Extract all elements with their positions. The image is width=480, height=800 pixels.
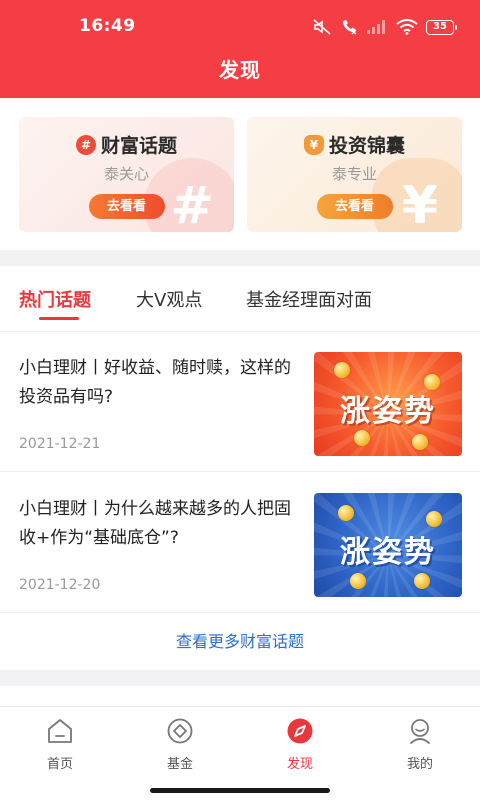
card-title: 投资锦囊 bbox=[328, 135, 405, 157]
go-see-button[interactable]: 去看看 bbox=[88, 194, 165, 219]
bottom-tab-bar: 首页 基金 发现 我的 bbox=[0, 706, 480, 800]
tab-hot-topics[interactable]: 热门话题 bbox=[19, 286, 91, 312]
investment-tips-card[interactable]: ¥ ¥ 投资锦囊 泰专业 去看看 bbox=[247, 117, 462, 232]
tab-fund-manager[interactable]: 基金经理面对面 bbox=[246, 286, 372, 312]
next-section-peek bbox=[0, 686, 480, 706]
money-bag-icon: ¥ bbox=[303, 134, 324, 155]
tabbar-label: 首页 bbox=[46, 757, 73, 772]
article-thumbnail: 涨姿势 bbox=[314, 493, 462, 597]
article-title: 小白理财丨好收益、随时赎，这样的投资品有吗? bbox=[19, 358, 291, 407]
tabbar-item-discover[interactable]: 发现 bbox=[260, 717, 340, 772]
active-tab-indicator bbox=[39, 317, 79, 320]
coin-icon bbox=[354, 430, 370, 446]
tabbar-label: 我的 bbox=[406, 757, 433, 772]
article-date: 2021-12-21 bbox=[19, 436, 101, 452]
go-see-button[interactable]: 去看看 bbox=[316, 194, 393, 219]
article-date: 2021-12-20 bbox=[19, 577, 101, 593]
page-title: 发现 bbox=[219, 58, 261, 82]
status-bar: 16:49 35 bbox=[0, 0, 480, 52]
home-icon bbox=[46, 717, 74, 745]
list-item[interactable]: 小白理财丨好收益、随时赎，这样的投资品有吗? 2021-12-21 涨姿势 bbox=[0, 332, 480, 472]
hash-icon: # bbox=[75, 134, 96, 155]
coin-icon bbox=[334, 362, 350, 378]
tabbar-item-fund[interactable]: 基金 bbox=[140, 717, 220, 772]
coin-icon bbox=[338, 505, 354, 521]
coin-icon bbox=[412, 434, 428, 450]
call-forward-icon bbox=[343, 20, 357, 35]
tabbar-item-mine[interactable]: 我的 bbox=[380, 717, 460, 772]
status-icons: 35 bbox=[312, 17, 457, 37]
status-time: 16:49 bbox=[79, 16, 136, 36]
mute-icon bbox=[313, 19, 331, 35]
list-item[interactable]: 小白理财丨为什么越来越多的人把固收+作为“基础底仓”? 2021-12-20 涨… bbox=[0, 473, 480, 613]
article-thumbnail: 涨姿势 bbox=[314, 352, 462, 456]
app-header: 16:49 35 发现 bbox=[0, 0, 480, 98]
wealth-topics-card[interactable]: # # 财富话题 泰关心 去看看 bbox=[19, 117, 234, 232]
thumbnail-text: 涨姿势 bbox=[340, 535, 436, 570]
profile-icon bbox=[406, 717, 434, 745]
card-title-row: # 财富话题 bbox=[19, 131, 234, 158]
tabbar-label: 发现 bbox=[286, 757, 313, 772]
fund-icon bbox=[166, 717, 194, 745]
tabbar-item-home[interactable]: 首页 bbox=[20, 717, 100, 772]
thumbnail-text: 涨姿势 bbox=[340, 394, 436, 429]
coin-icon bbox=[350, 573, 366, 589]
card-title-row: ¥ 投资锦囊 bbox=[247, 131, 462, 158]
coin-icon bbox=[426, 511, 442, 527]
home-indicator bbox=[150, 788, 330, 793]
topic-tabs: 热门话题 大V观点 基金经理面对面 bbox=[0, 266, 480, 332]
discover-icon bbox=[286, 717, 314, 745]
signal-icon bbox=[367, 20, 385, 34]
card-title: 财富话题 bbox=[100, 135, 177, 157]
feature-cards: # # 财富话题 泰关心 去看看 ¥ ¥ 投资锦囊 泰专业 去看看 bbox=[0, 98, 480, 250]
tabbar-label: 基金 bbox=[166, 757, 193, 772]
wifi-icon bbox=[396, 19, 418, 35]
card-subtitle: 泰关心 bbox=[103, 165, 149, 183]
battery-icon: 35 bbox=[426, 19, 457, 35]
card-subtitle: 泰专业 bbox=[331, 165, 377, 183]
tab-bigv-views[interactable]: 大V观点 bbox=[136, 286, 202, 312]
topics-section: 热门话题 大V观点 基金经理面对面 小白理财丨好收益、随时赎，这样的投资品有吗?… bbox=[0, 266, 480, 670]
article-title: 小白理财丨为什么越来越多的人把固收+作为“基础底仓”? bbox=[19, 499, 291, 548]
view-more-topics-link[interactable]: 查看更多财富话题 bbox=[0, 628, 480, 652]
coin-icon bbox=[414, 573, 430, 589]
